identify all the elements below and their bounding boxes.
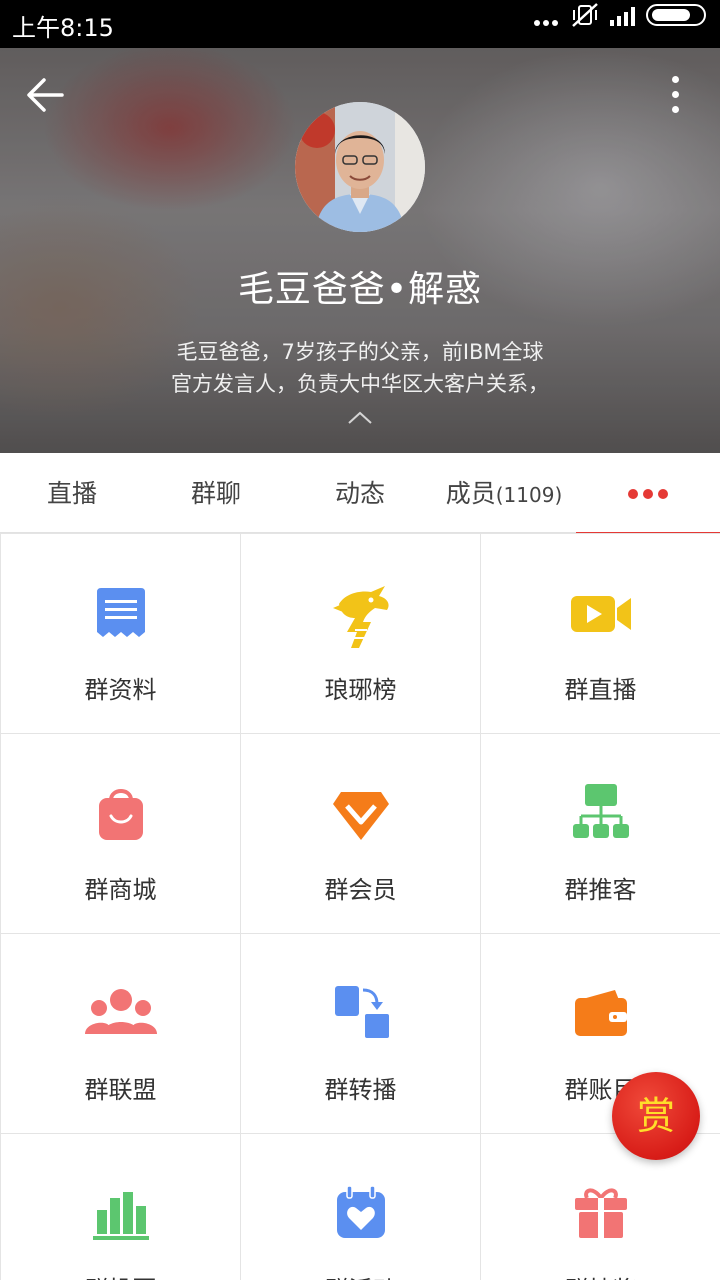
grid-item-group-alliance[interactable]: 群联盟 xyxy=(1,934,240,1133)
grid-item-label: 群商城 xyxy=(84,876,157,904)
notification-dots-icon xyxy=(534,20,558,28)
tab-live[interactable]: 直播 xyxy=(0,453,144,533)
wallet-icon xyxy=(575,990,627,1036)
document-icon xyxy=(97,588,145,637)
battery-icon xyxy=(646,4,706,26)
grid-item-label: 琅琊榜 xyxy=(324,676,397,704)
grid-item-label: 群活动 xyxy=(241,1270,480,1280)
grid-item-group-vip[interactable]: 群会员 xyxy=(241,734,480,933)
vip-diamond-icon xyxy=(333,792,389,840)
signal-icon xyxy=(610,7,635,26)
grid-item-group-profile[interactable]: 群资料 xyxy=(1,534,240,733)
status-time: 上午8:15 xyxy=(12,14,114,42)
tab-more[interactable] xyxy=(576,453,720,534)
grid-item-label: 群资料 xyxy=(84,676,157,704)
vibrate-off-icon xyxy=(572,3,598,27)
grid-item-group-mall[interactable]: 群商城 xyxy=(1,734,240,933)
grid-item-group-promoter[interactable]: 群推客 xyxy=(481,734,720,933)
description-line: 官方发言人，负责大中华区大客户关系， xyxy=(171,372,549,396)
member-count: (1109) xyxy=(495,483,563,507)
grid-item-label: 群联盟 xyxy=(84,1076,157,1104)
description-line: 毛豆爸爸，7岁孩子的父亲，前IBM全球 xyxy=(176,340,544,364)
grid-item-label: 群会员 xyxy=(324,876,397,904)
group-description: 毛豆爸爸，7岁孩子的父亲，前IBM全球 官方发言人，负责大中华区大客户关系， xyxy=(110,336,610,400)
bar-chart-icon xyxy=(93,1192,149,1240)
people-group-icon xyxy=(85,989,157,1034)
calendar-heart-icon xyxy=(337,1185,385,1238)
tab-bar: 直播 群聊 动态 成员(1109) xyxy=(0,453,720,534)
status-bar: 上午8:15 xyxy=(0,0,720,48)
grid-item-label: 群投票 xyxy=(1,1270,240,1280)
org-chart-icon xyxy=(573,784,629,838)
dragon-icon xyxy=(333,586,389,648)
grid-item-label: 群转播 xyxy=(324,1076,397,1104)
grid-item-label: 群推客 xyxy=(564,876,637,904)
tab-chat[interactable]: 群聊 xyxy=(144,453,288,533)
grid-item-label: 群抽奖 xyxy=(481,1270,720,1280)
feature-grid: 群资料 琅琊榜 群直播 群商城 群会员 群推客 群联盟 群转播 群账目 xyxy=(0,533,720,1280)
tab-label: 动态 xyxy=(334,479,385,508)
tab-feed[interactable]: 动态 xyxy=(288,453,432,533)
tab-label: 成员 xyxy=(445,479,496,508)
tab-label: 群聊 xyxy=(190,479,241,508)
grid-item-label: 群直播 xyxy=(564,676,637,704)
grid-item-group-activity[interactable]: 群活动 xyxy=(241,1134,480,1280)
back-arrow-icon[interactable] xyxy=(20,70,70,120)
reward-button[interactable]: 赏 xyxy=(612,1072,700,1160)
relay-icon xyxy=(335,986,389,1038)
avatar[interactable] xyxy=(295,102,425,232)
group-header: 毛豆爸爸•解惑 毛豆爸爸，7岁孩子的父亲，前IBM全球 官方发言人，负责大中华区… xyxy=(0,48,720,453)
grid-item-group-live[interactable]: 群直播 xyxy=(481,534,720,733)
more-options-icon[interactable] xyxy=(660,70,690,120)
grid-item-group-lottery[interactable]: 群抽奖 xyxy=(481,1134,720,1280)
video-camera-icon xyxy=(571,596,631,632)
chevron-up-icon[interactable] xyxy=(346,408,374,428)
shopping-bag-icon xyxy=(99,789,143,840)
grid-item-ranking[interactable]: 琅琊榜 xyxy=(241,534,480,733)
tab-label: 直播 xyxy=(46,479,97,508)
gift-icon xyxy=(575,1188,627,1238)
grid-item-group-vote[interactable]: 群投票 xyxy=(1,1134,240,1280)
tab-members[interactable]: 成员(1109) xyxy=(432,453,576,533)
group-title: 毛豆爸爸•解惑 xyxy=(237,269,483,310)
grid-item-group-relay[interactable]: 群转播 xyxy=(241,934,480,1133)
